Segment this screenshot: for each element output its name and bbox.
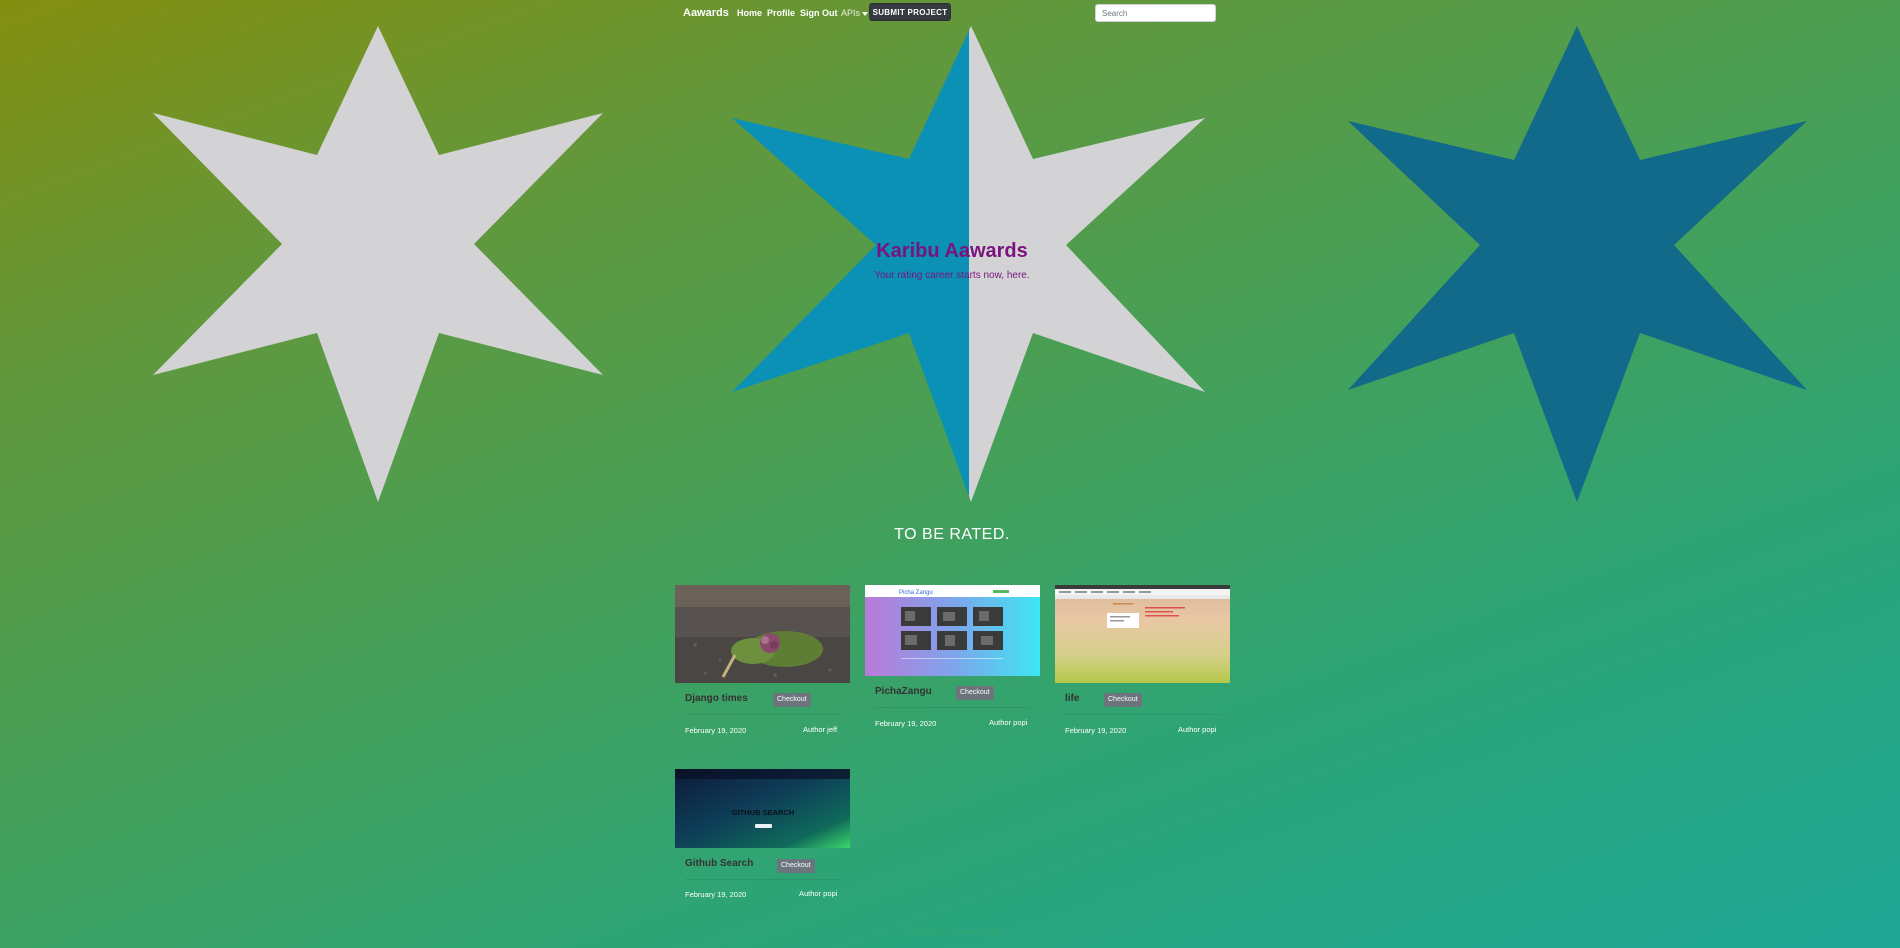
hero-subtitle: Your rating career starts now, here. [874, 270, 1030, 281]
nav-signout-link[interactable]: Sign Out [800, 8, 838, 18]
project-image-django[interactable] [675, 585, 850, 683]
project-card: life Checkout February 19, 2020 Author p… [1055, 585, 1230, 740]
project-card: Django times Checkout February 19, 2020 … [675, 585, 850, 740]
project-author: Author popi [989, 718, 1028, 727]
project-name: life [1065, 693, 1080, 704]
github-search-banner-caption: GITHUB SEARCH [732, 808, 795, 817]
project-image-github-search[interactable]: GITHUB SEARCH [675, 769, 850, 848]
footer-copyright: Copyright © Aawards 2020 [904, 927, 1000, 936]
caret-down-icon [862, 11, 869, 16]
checkout-button[interactable]: Checkout [956, 686, 994, 700]
project-author: Author popi [1178, 725, 1217, 734]
checkout-button[interactable]: Checkout [773, 693, 811, 707]
nav-apis-label: APIs [841, 8, 861, 18]
project-date: February 19, 2020 [1065, 726, 1127, 735]
project-card: GITHUB SEARCH Github Search Checkout Feb… [675, 769, 850, 906]
project-date: February 19, 2020 [685, 890, 747, 899]
project-image-life[interactable] [1055, 585, 1230, 683]
navbar: Aawards Home Profile Sign Out APIs SUBMI… [0, 0, 1900, 26]
hero-title: Karibu Aawards [876, 240, 1028, 262]
star-left-shape [153, 26, 603, 502]
star-center-left-half [732, 30, 969, 497]
project-date: February 19, 2020 [685, 726, 747, 735]
project-author: Author popi [799, 889, 838, 898]
search-input[interactable] [1095, 4, 1216, 22]
submit-project-button[interactable]: SUBMIT PROJECT [869, 3, 951, 21]
checkout-button[interactable]: Checkout [777, 859, 815, 873]
star-right-shape [1348, 26, 1807, 502]
card-divider [875, 707, 1030, 708]
project-date: February 19, 2020 [875, 719, 937, 728]
card-divider [1065, 714, 1220, 715]
card-divider [685, 879, 840, 880]
checkout-button[interactable]: Checkout [1104, 693, 1142, 707]
brand-link[interactable]: Aawards [683, 7, 729, 19]
nav-home-link[interactable]: Home [737, 8, 762, 18]
project-card: Picha Zangu PichaZangu Checkout February… [865, 585, 1040, 733]
nav-apis-dropdown[interactable]: APIs [841, 8, 869, 18]
pichazangu-banner-caption: Picha Zangu [899, 590, 933, 596]
project-name: Github Search [685, 858, 754, 869]
project-image-pichazangu[interactable]: Picha Zangu [865, 585, 1040, 676]
card-divider [685, 714, 840, 715]
hero-stars-graphic [153, 26, 1807, 502]
section-title: TO BE RATED. [894, 526, 1010, 543]
project-name: Django times [685, 693, 748, 704]
project-name: PichaZangu [875, 686, 932, 697]
nav-profile-link[interactable]: Profile [767, 8, 795, 18]
project-author: Author jeff [803, 725, 838, 734]
